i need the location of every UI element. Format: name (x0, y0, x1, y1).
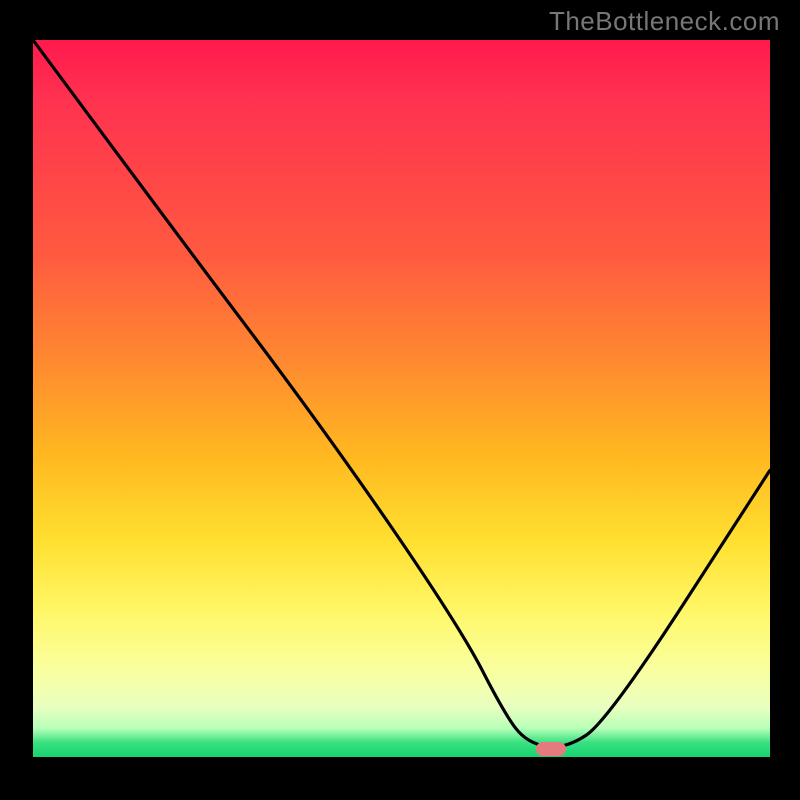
plot-area (30, 40, 770, 760)
curve-path (33, 40, 770, 747)
optimal-point-marker (536, 742, 566, 756)
chart-frame: TheBottleneck.com (0, 0, 800, 800)
watermark-text: TheBottleneck.com (549, 6, 780, 37)
bottleneck-curve (33, 40, 770, 757)
